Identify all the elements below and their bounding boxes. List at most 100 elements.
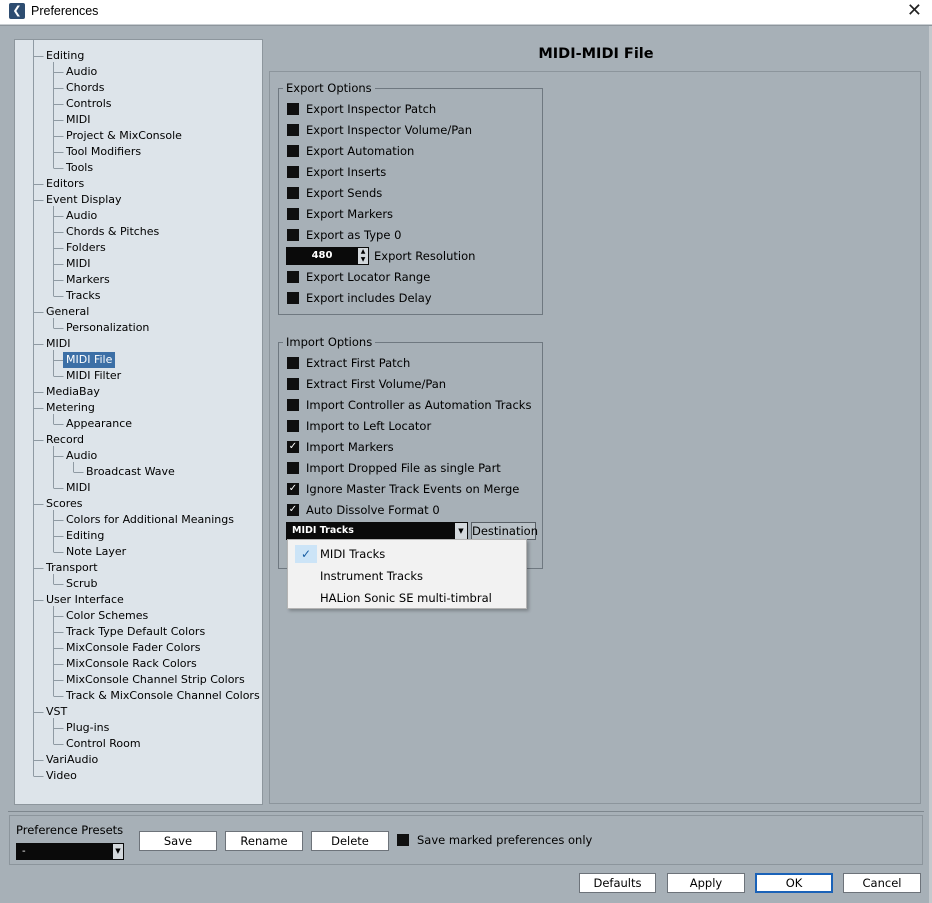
option-label: Import Markers xyxy=(306,440,394,454)
tree-item-tool-modifiers[interactable]: Tool Modifiers xyxy=(66,144,141,160)
checkbox[interactable] xyxy=(287,124,299,136)
tree-item-track-type-default-colors[interactable]: Track Type Default Colors xyxy=(66,624,205,640)
preset-select[interactable]: - ▼ xyxy=(16,843,124,860)
tree-item-chords-pitches[interactable]: Chords & Pitches xyxy=(66,224,159,240)
tree-item-track-mixconsole-channel-colors[interactable]: Track & MixConsole Channel Colors xyxy=(66,688,260,704)
spin-down-icon[interactable]: ▼ xyxy=(358,256,368,264)
cancel-button[interactable]: Cancel xyxy=(843,873,921,893)
checkbox[interactable] xyxy=(287,229,299,241)
tree-item-plug-ins[interactable]: Plug-ins xyxy=(66,720,109,736)
checkbox[interactable] xyxy=(287,145,299,157)
destination-select[interactable]: MIDI Tracks ▼ xyxy=(286,522,468,540)
option-label: Export as Type 0 xyxy=(306,228,402,242)
tree-item-user-interface[interactable]: User Interface xyxy=(46,592,124,608)
tree-item-personalization[interactable]: Personalization xyxy=(66,320,149,336)
tree-item-folders[interactable]: Folders xyxy=(66,240,106,256)
tree-item-editing[interactable]: Editing xyxy=(46,48,84,64)
tree-item-audio[interactable]: Audio xyxy=(66,448,97,464)
tree-item-midi[interactable]: MIDI xyxy=(66,112,90,128)
chevron-down-icon[interactable]: ▼ xyxy=(455,523,467,539)
apply-button[interactable]: Apply xyxy=(667,873,745,893)
rename-preset-button[interactable]: Rename xyxy=(225,831,303,851)
checkbox-checked[interactable]: ✓ xyxy=(287,441,299,453)
dropdown-option-instrument-tracks[interactable]: Instrument Tracks xyxy=(289,565,525,587)
checkbox[interactable] xyxy=(287,292,299,304)
tree-item-general[interactable]: General xyxy=(46,304,89,320)
tree-item-scores[interactable]: Scores xyxy=(46,496,83,512)
tree-item-transport[interactable]: Transport xyxy=(46,560,98,576)
tree-item-midi-file[interactable]: MIDI File xyxy=(63,352,116,368)
ok-button[interactable]: OK xyxy=(755,873,833,893)
close-icon[interactable]: ✕ xyxy=(907,1,922,21)
save-marked-label: Save marked preferences only xyxy=(417,833,593,847)
checkbox[interactable] xyxy=(287,399,299,411)
tree-item-audio[interactable]: Audio xyxy=(66,64,97,80)
resolution-spinner[interactable]: ▲ ▼ xyxy=(358,248,368,264)
tree-item-project-mixconsole[interactable]: Project & MixConsole xyxy=(66,128,182,144)
preference-presets-label: Preference Presets xyxy=(16,823,124,837)
destination-button[interactable]: Destination xyxy=(471,522,538,540)
option-label: Export includes Delay xyxy=(306,291,432,305)
checkbox[interactable] xyxy=(287,271,299,283)
save-marked-checkbox[interactable] xyxy=(397,834,409,846)
tree-item-metering[interactable]: Metering xyxy=(46,400,95,416)
checkbox[interactable] xyxy=(287,357,299,369)
checkbox-checked[interactable]: ✓ xyxy=(287,483,299,495)
tree-item-mixconsole-rack-colors[interactable]: MixConsole Rack Colors xyxy=(66,656,197,672)
export-resolution-field[interactable]: 480 ▲ ▼ xyxy=(286,247,369,265)
tree-item-controls[interactable]: Controls xyxy=(66,96,112,112)
tree-item-video[interactable]: Video xyxy=(46,768,77,784)
tree-item-color-schemes[interactable]: Color Schemes xyxy=(66,608,148,624)
save-preset-button[interactable]: Save xyxy=(139,831,217,851)
tree-item-variaudio[interactable]: VariAudio xyxy=(46,752,98,768)
tree-item-mixconsole-channel-strip-colors[interactable]: MixConsole Channel Strip Colors xyxy=(66,672,245,688)
tree-item-editing[interactable]: Editing xyxy=(66,528,104,544)
checkbox[interactable] xyxy=(287,462,299,474)
checkbox[interactable] xyxy=(287,208,299,220)
tree-item-scrub[interactable]: Scrub xyxy=(66,576,98,592)
tree-item-appearance[interactable]: Appearance xyxy=(66,416,132,432)
dropdown-option-label: MIDI Tracks xyxy=(320,547,386,561)
checkbox[interactable] xyxy=(287,166,299,178)
tree-item-broadcast-wave[interactable]: Broadcast Wave xyxy=(86,464,175,480)
tree-item-midi-filter[interactable]: MIDI Filter xyxy=(66,368,121,384)
tree-item-mixconsole-fader-colors[interactable]: MixConsole Fader Colors xyxy=(66,640,201,656)
dropdown-option-midi-tracks[interactable]: ✓ MIDI Tracks xyxy=(289,543,525,565)
tree-item-note-layer[interactable]: Note Layer xyxy=(66,544,126,560)
tree-item-record[interactable]: Record xyxy=(46,432,84,448)
tree-item-chords[interactable]: Chords xyxy=(66,80,104,96)
destination-dropdown-menu[interactable]: ✓ MIDI Tracks Instrument Tracks HALion Soni… xyxy=(287,539,527,609)
option-label: Export Sends xyxy=(306,186,383,200)
export-resolution-label: Export Resolution xyxy=(374,249,476,263)
tree-item-editors[interactable]: Editors xyxy=(46,176,84,192)
checkbox[interactable] xyxy=(287,187,299,199)
spin-up-icon[interactable]: ▲ xyxy=(358,248,368,256)
option-label: Export Inspector Volume/Pan xyxy=(306,123,472,137)
checkbox[interactable] xyxy=(287,378,299,390)
option-label: Export Automation xyxy=(306,144,415,158)
tree-item-event-display[interactable]: Event Display xyxy=(46,192,122,208)
tree-item-control-room[interactable]: Control Room xyxy=(66,736,141,752)
tree-item-tools[interactable]: Tools xyxy=(66,160,93,176)
preferences-tree[interactable]: Editing Audio Chords Controls MIDI Project & … xyxy=(14,39,263,805)
tree-item-audio[interactable]: Audio xyxy=(66,208,97,224)
tree-item-mediabay[interactable]: MediaBay xyxy=(46,384,100,400)
dropdown-option-halion-sonic-se-multi-timbral[interactable]: HALion Sonic SE multi-timbral xyxy=(289,587,525,609)
export-resolution-value: 480 xyxy=(311,250,333,261)
tree-item-markers[interactable]: Markers xyxy=(66,272,110,288)
tree-item-colors-for-additional-meanings[interactable]: Colors for Additional Meanings xyxy=(66,512,234,528)
chevron-down-icon[interactable]: ▼ xyxy=(113,844,123,859)
tree-item-tracks[interactable]: Tracks xyxy=(66,288,101,304)
checkbox-checked[interactable]: ✓ xyxy=(287,504,299,516)
option-label: Export Markers xyxy=(306,207,394,221)
tree-item-midi[interactable]: MIDI xyxy=(66,256,90,272)
checkbox[interactable] xyxy=(287,420,299,432)
defaults-button[interactable]: Defaults xyxy=(579,873,656,893)
checkbox[interactable] xyxy=(287,103,299,115)
window-title: Preferences xyxy=(31,4,99,18)
delete-preset-button[interactable]: Delete xyxy=(311,831,389,851)
option-label: Extract First Patch xyxy=(306,356,411,370)
tree-item-midi[interactable]: MIDI xyxy=(66,480,90,496)
tree-item-vst[interactable]: VST xyxy=(46,704,67,720)
tree-item-midi[interactable]: MIDI xyxy=(46,336,70,352)
